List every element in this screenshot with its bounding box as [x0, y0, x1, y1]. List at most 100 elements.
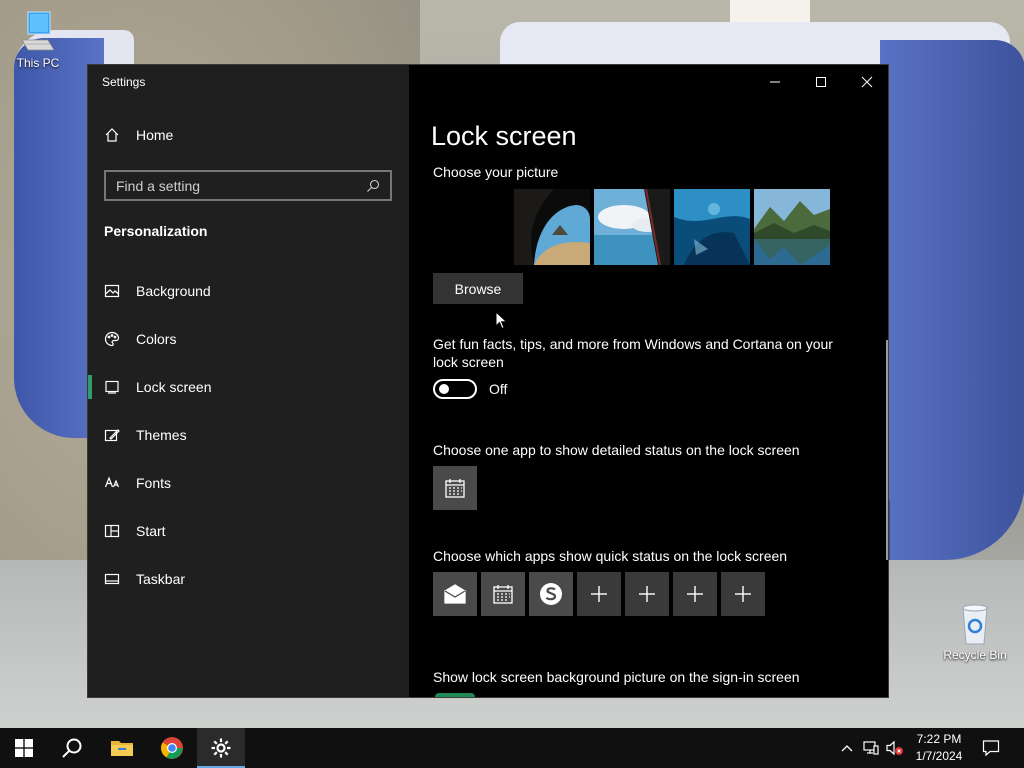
sidebar-item-start[interactable]: Start	[88, 507, 409, 555]
content-scrollbar[interactable]	[886, 340, 888, 560]
window-controls	[752, 65, 888, 99]
gear-icon	[211, 738, 231, 758]
computer-icon	[21, 11, 55, 51]
maximize-icon	[816, 77, 826, 87]
sidebar-item-label: Lock screen	[136, 379, 212, 395]
quick-status-mail-button[interactable]	[433, 572, 477, 616]
taskbar: 7:22 PM 1/7/2024	[0, 728, 1024, 768]
lock-picture-cave-beach[interactable]	[514, 189, 590, 265]
minimize-icon	[770, 81, 780, 83]
windows-logo-icon	[15, 739, 33, 757]
palette-icon	[104, 331, 120, 347]
skype-icon	[540, 583, 562, 605]
quick-status-calendar-button[interactable]	[481, 572, 525, 616]
wallpaper-cup-right	[880, 40, 1024, 560]
taskbar-settings[interactable]	[197, 728, 245, 768]
clock-time: 7:22 PM	[916, 732, 962, 746]
quick-status-add-button-1[interactable]	[577, 572, 621, 616]
volume-muted-icon	[886, 740, 903, 756]
add-icon	[591, 586, 607, 602]
mail-icon	[444, 584, 466, 604]
sidebar-item-taskbar[interactable]: Taskbar	[88, 555, 409, 603]
section-title: Personalization	[104, 223, 208, 239]
detailed-status-label: Choose one app to show detailed status o…	[433, 442, 800, 458]
network-status-button[interactable]	[860, 728, 882, 768]
recycle-bin-icon	[962, 604, 988, 645]
sidebar-item-label: Colors	[136, 331, 177, 347]
close-button[interactable]	[844, 65, 888, 99]
lock-screen-icon	[104, 379, 120, 395]
sidebar-item-label: Fonts	[136, 475, 172, 491]
folder-icon	[111, 741, 133, 756]
sidebar-item-fonts[interactable]: Fonts	[88, 459, 409, 507]
sidebar-item-themes[interactable]: Themes	[88, 411, 409, 459]
network-icon	[863, 741, 879, 755]
signin-background-toggle[interactable]	[435, 693, 475, 697]
picture-thumbnails	[514, 189, 830, 265]
sidebar-item-lock-screen[interactable]: Lock screen	[88, 363, 409, 411]
desktop-icon-this-pc[interactable]: This PC	[3, 10, 73, 70]
window-title: Settings	[102, 75, 146, 89]
taskbar-clock[interactable]: 7:22 PM 1/7/2024	[906, 731, 972, 765]
lock-picture-plane-window[interactable]	[594, 189, 670, 265]
add-icon	[687, 586, 703, 602]
add-icon	[735, 586, 751, 602]
toggle-state: Off	[489, 381, 508, 397]
volume-button[interactable]	[884, 728, 906, 768]
desktop-icon-recycle-bin[interactable]: Recycle Bin	[940, 602, 1010, 662]
themes-icon	[104, 427, 120, 443]
picture-icon	[104, 283, 120, 299]
minimize-button[interactable]	[752, 65, 798, 99]
lock-picture-underwater[interactable]	[674, 189, 750, 265]
fun-facts-label: Get fun facts, tips, and more from Windo…	[433, 336, 833, 370]
home-icon	[104, 127, 120, 143]
settings-sidebar: Settings Home Personalization Background	[88, 65, 409, 697]
start-button[interactable]	[0, 728, 48, 768]
browse-button[interactable]: Browse	[433, 273, 523, 304]
lock-picture-mountain-lake[interactable]	[754, 189, 830, 265]
desktop-icon-label: This PC	[16, 56, 60, 70]
add-icon	[639, 586, 655, 602]
fonts-icon	[104, 475, 120, 491]
taskbar-icon	[104, 571, 120, 587]
mouse-cursor-icon	[495, 311, 508, 330]
detailed-status-app-button[interactable]	[433, 466, 477, 510]
taskbar-file-explorer[interactable]	[98, 728, 146, 768]
settings-window: Settings Home Personalization Background	[87, 64, 889, 698]
search-input[interactable]	[116, 177, 366, 194]
chevron-up-icon	[841, 745, 853, 752]
sidebar-item-label: Start	[136, 523, 166, 539]
start-icon	[104, 523, 120, 539]
chrome-icon	[161, 737, 183, 759]
quick-status-add-button-2[interactable]	[625, 572, 669, 616]
sidebar-item-label: Background	[136, 283, 211, 299]
sidebar-home[interactable]: Home	[104, 127, 173, 143]
quick-status-skype-button[interactable]	[529, 572, 573, 616]
fun-facts-toggle[interactable]	[433, 379, 477, 399]
sidebar-home-label: Home	[136, 127, 174, 143]
sidebar-item-label: Taskbar	[136, 571, 186, 587]
calendar-icon	[445, 479, 465, 498]
clock-date: 1/7/2024	[915, 749, 963, 763]
sidebar-item-colors[interactable]: Colors	[88, 315, 409, 363]
settings-content: Lock screen Choose your picture Browse G…	[409, 65, 888, 697]
desktop-icon-label: Recycle Bin	[943, 648, 1007, 662]
close-icon	[861, 76, 873, 88]
calendar-icon	[493, 585, 513, 604]
taskbar-chrome[interactable]	[148, 728, 196, 768]
taskbar-search-button[interactable]	[48, 728, 96, 768]
search-icon[interactable]	[366, 179, 380, 193]
choose-picture-label: Choose your picture	[433, 164, 559, 180]
toggle-knob	[439, 384, 449, 394]
sidebar-item-background[interactable]: Background	[88, 267, 409, 315]
fun-facts-toggle-row: Off	[433, 379, 507, 399]
signin-background-label: Show lock screen background picture on t…	[433, 669, 800, 685]
action-center-button[interactable]	[976, 728, 1006, 768]
quick-status-add-button-3[interactable]	[673, 572, 717, 616]
quick-status-add-button-4[interactable]	[721, 572, 765, 616]
search-box	[104, 170, 392, 201]
search-icon	[62, 738, 82, 758]
show-hidden-icons-button[interactable]	[836, 728, 858, 768]
maximize-button[interactable]	[798, 65, 844, 99]
sidebar-nav: Background Colors Lock screen Themes Fon…	[88, 267, 409, 603]
